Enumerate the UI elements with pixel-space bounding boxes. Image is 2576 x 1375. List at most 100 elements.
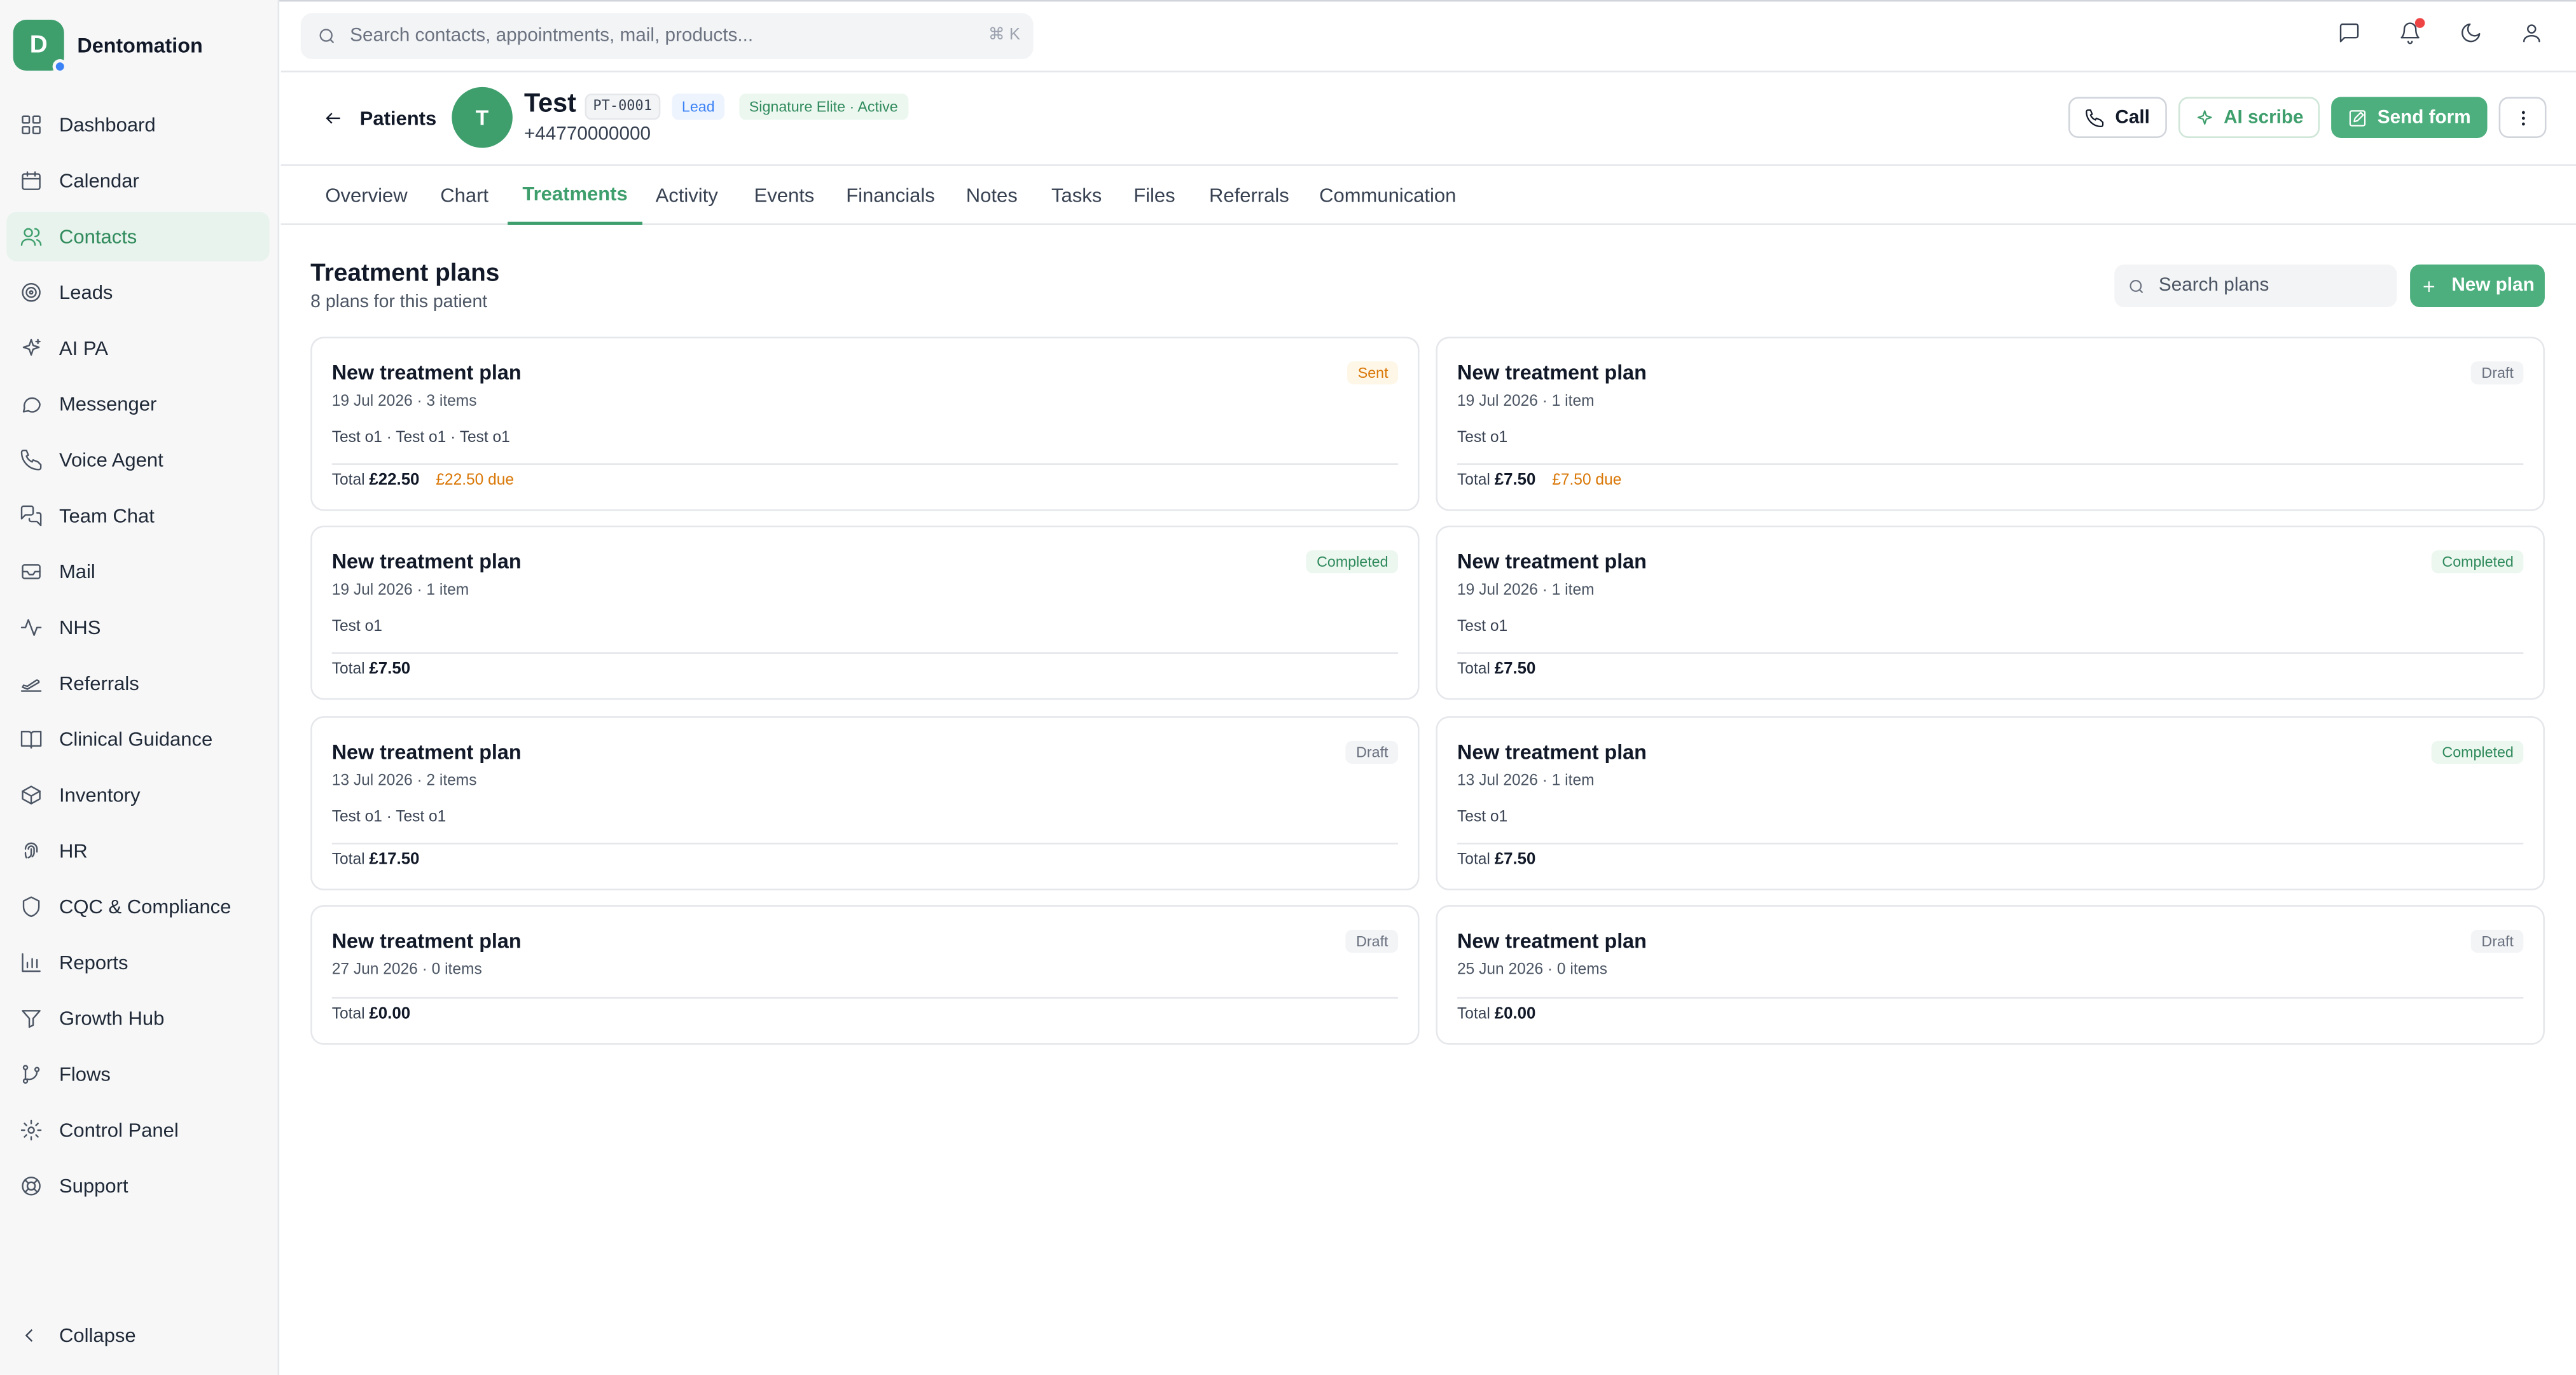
- sidebar-item-inventory[interactable]: Inventory: [6, 770, 269, 819]
- sidebar-item-label: Control Panel: [59, 1118, 179, 1142]
- amount-due: £22.50 due: [436, 471, 515, 490]
- total-label: Total: [1457, 660, 1490, 679]
- brand-status-dot: [52, 59, 67, 74]
- sidebar-item-control-panel[interactable]: Control Panel: [6, 1105, 269, 1154]
- sidebar-item-leads[interactable]: Leads: [6, 268, 269, 317]
- sidebar-item-label: Growth Hub: [59, 1007, 165, 1030]
- plan-card[interactable]: New treatment plan 19 Jul 2026 · 1 item …: [1436, 525, 2545, 700]
- plan-title: New treatment plan: [1457, 550, 1647, 574]
- plan-card[interactable]: New treatment plan 25 Jun 2026 · 0 items…: [1436, 905, 2545, 1045]
- activity-icon: [20, 619, 42, 636]
- sidebar-item-nhs[interactable]: NHS: [6, 603, 269, 652]
- sidebar-nav: Dashboard Calendar Contacts Leads AI PA …: [6, 100, 270, 1217]
- sidebar-item-label: Inventory: [59, 784, 141, 807]
- sidebar-item-clinical-guidance[interactable]: Clinical Guidance: [6, 715, 269, 764]
- sidebar-item-team-chat[interactable]: Team Chat: [6, 491, 269, 540]
- sidebar-item-label: Messenger: [59, 392, 157, 416]
- tab-overview[interactable]: Overview: [325, 166, 407, 225]
- global-search-placeholder: Search contacts, appointments, mail, pro…: [350, 26, 754, 46]
- card-divider: [331, 463, 1399, 465]
- card-divider: [1457, 997, 2524, 999]
- tab-notes[interactable]: Notes: [966, 166, 1018, 225]
- phone-icon: [20, 449, 42, 471]
- grid-icon: [22, 115, 41, 135]
- tab-chart[interactable]: Chart: [440, 166, 488, 225]
- sidebar-item-label: Flows: [59, 1063, 111, 1086]
- plan-title: New treatment plan: [331, 929, 522, 953]
- lead-badge: Lead: [672, 93, 725, 120]
- sidebar-item-flows[interactable]: Flows: [6, 1049, 269, 1098]
- more-options-button[interactable]: [2498, 97, 2547, 138]
- plan-items: Test o1: [1457, 808, 1508, 827]
- tab-financials[interactable]: Financials: [846, 166, 935, 225]
- status-badge: Completed: [2432, 740, 2524, 764]
- ai-scribe-button[interactable]: AI scribe: [2177, 97, 2320, 138]
- sidebar-item-growth-hub[interactable]: Growth Hub: [6, 994, 269, 1043]
- global-search-input[interactable]: Search contacts, appointments, mail, pro…: [300, 13, 1034, 59]
- sidebar-item-cqc-compliance[interactable]: CQC & Compliance: [6, 882, 269, 931]
- send-form-label: Send form: [2377, 107, 2471, 128]
- plan-search-placeholder: Search plans: [2158, 275, 2269, 296]
- tab-tasks[interactable]: Tasks: [1051, 166, 1102, 225]
- new-plan-button[interactable]: New plan: [2410, 264, 2545, 308]
- tab-communication[interactable]: Communication: [1319, 166, 1456, 225]
- sidebar-item-voice-agent[interactable]: Voice Agent: [6, 435, 269, 484]
- plan-card[interactable]: New treatment plan 13 Jul 2026 · 1 item …: [1436, 716, 2545, 890]
- total-label: Total: [1457, 1005, 1490, 1024]
- theme-toggle-button[interactable]: [2460, 22, 2486, 48]
- back-label: Patients: [359, 106, 437, 130]
- plan-total: Total £7.50: [1457, 660, 1535, 678]
- sidebar-item-dashboard[interactable]: Dashboard: [6, 100, 269, 149]
- tab-treatments[interactable]: Treatments: [508, 166, 642, 225]
- brand[interactable]: D Dentomation: [13, 19, 203, 74]
- sidebar-item-support[interactable]: Support: [6, 1161, 269, 1210]
- plan-card[interactable]: New treatment plan 27 Jun 2026 · 0 items…: [310, 905, 1420, 1045]
- collapse-button[interactable]: Collapse: [20, 1324, 136, 1347]
- tab-referrals[interactable]: Referrals: [1209, 166, 1289, 225]
- plan-total: Total £7.50 £7.50 due: [1457, 471, 1621, 489]
- plan-total: Total £0.00: [1457, 1005, 1535, 1023]
- book-icon: [20, 731, 42, 749]
- total-amount: £0.00: [1494, 1005, 1536, 1024]
- plan-card[interactable]: New treatment plan 19 Jul 2026 · 1 item …: [1436, 336, 2545, 511]
- status-badge: Draft: [1346, 929, 1399, 953]
- plan-card[interactable]: New treatment plan 19 Jul 2026 · 1 item …: [310, 525, 1420, 700]
- sidebar-item-referrals[interactable]: Referrals: [6, 659, 269, 708]
- back-to-patients-button[interactable]: Patients: [324, 107, 436, 130]
- card-divider: [1457, 652, 2524, 654]
- sidebar-item-mail[interactable]: Mail: [6, 547, 269, 596]
- total-amount: £17.50: [369, 850, 420, 869]
- tab-files[interactable]: Files: [1133, 166, 1175, 225]
- plan-items: Test o1 · Test o1 · Test o1: [331, 429, 510, 447]
- account-button[interactable]: [2520, 22, 2546, 48]
- total-label: Total: [1457, 471, 1490, 490]
- sidebar-item-contacts[interactable]: Contacts: [6, 212, 270, 261]
- brand-logo-letter: D: [29, 31, 48, 59]
- status-badge: Draft: [1346, 740, 1399, 764]
- tab-events[interactable]: Events: [754, 166, 815, 225]
- plan-search-input[interactable]: Search plans: [2114, 264, 2397, 308]
- edit-icon: [2350, 109, 2366, 126]
- git-branch-icon: [22, 1065, 40, 1084]
- sidebar-item-ai-pa[interactable]: AI PA: [6, 324, 269, 373]
- plan-card[interactable]: New treatment plan 19 Jul 2026 · 3 items…: [310, 336, 1420, 511]
- tab-activity[interactable]: Activity: [656, 166, 718, 225]
- total-label: Total: [331, 660, 365, 679]
- messages-button[interactable]: [2337, 22, 2364, 48]
- user-icon: [2523, 24, 2540, 43]
- notifications-button[interactable]: [2399, 18, 2425, 48]
- sidebar-item-calendar[interactable]: Calendar: [6, 156, 269, 205]
- users-icon: [20, 228, 42, 246]
- box-icon: [22, 785, 41, 805]
- search-icon: [2129, 279, 2143, 293]
- sidebar-item-label: Voice Agent: [59, 448, 163, 472]
- sidebar-item-messenger[interactable]: Messenger: [6, 380, 269, 429]
- sidebar-item-hr[interactable]: HR: [6, 826, 269, 875]
- plan-card[interactable]: New treatment plan 13 Jul 2026 · 2 items…: [310, 716, 1420, 890]
- sidebar-item-reports[interactable]: Reports: [6, 938, 269, 987]
- treatment-plans-title: Treatment plans: [310, 259, 500, 288]
- call-button[interactable]: Call: [2069, 97, 2166, 138]
- amount-due: £7.50 due: [1552, 471, 1622, 490]
- search-icon: [319, 29, 335, 43]
- send-form-button[interactable]: Send form: [2331, 97, 2488, 138]
